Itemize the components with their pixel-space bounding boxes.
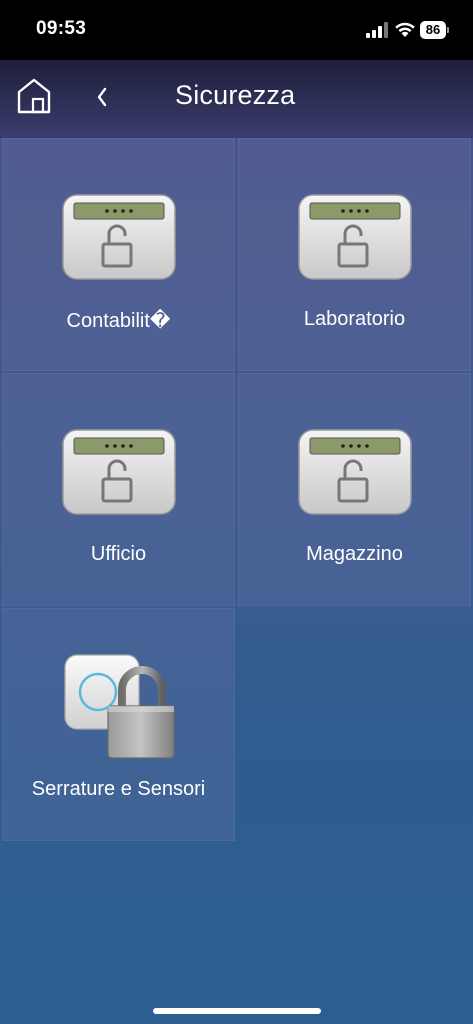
- tile-serrature-sensori[interactable]: Serrature e Sensori: [2, 608, 235, 841]
- tile-label: Contabilit�: [66, 310, 171, 332]
- battery-icon: 86: [420, 21, 450, 39]
- tile-magazzino[interactable]: Magazzino: [238, 373, 471, 606]
- alarm-keypad-unlocked-icon: [298, 194, 412, 280]
- wifi-icon: [395, 22, 415, 37]
- header-bar: Sicurezza: [0, 60, 473, 138]
- alarm-keypad-unlocked-icon: [62, 194, 176, 280]
- tile-label: Ufficio: [90, 543, 147, 565]
- battery-level: 86: [420, 21, 446, 39]
- status-time: 09:53: [36, 18, 87, 39]
- tile-label: Laboratorio: [303, 308, 406, 330]
- locks-sensors-padlock-icon: [64, 654, 175, 759]
- status-bar: 09:53 86: [0, 0, 473, 60]
- tile-ufficio[interactable]: Ufficio: [2, 373, 235, 606]
- page-title: Sicurezza: [175, 80, 296, 110]
- home-indicator[interactable]: [153, 1008, 321, 1014]
- tile-contabilita[interactable]: Contabilit�: [2, 138, 235, 371]
- tile-label: Magazzino: [306, 543, 403, 565]
- tile-label: Serrature e Sensori: [31, 778, 206, 800]
- signal-icon: [366, 22, 388, 38]
- alarm-keypad-unlocked-icon: [62, 429, 176, 515]
- tile-laboratorio[interactable]: Laboratorio: [238, 138, 471, 371]
- home-icon[interactable]: [16, 77, 52, 115]
- alarm-keypad-unlocked-icon: [298, 429, 412, 515]
- back-chevron-icon[interactable]: [92, 82, 112, 112]
